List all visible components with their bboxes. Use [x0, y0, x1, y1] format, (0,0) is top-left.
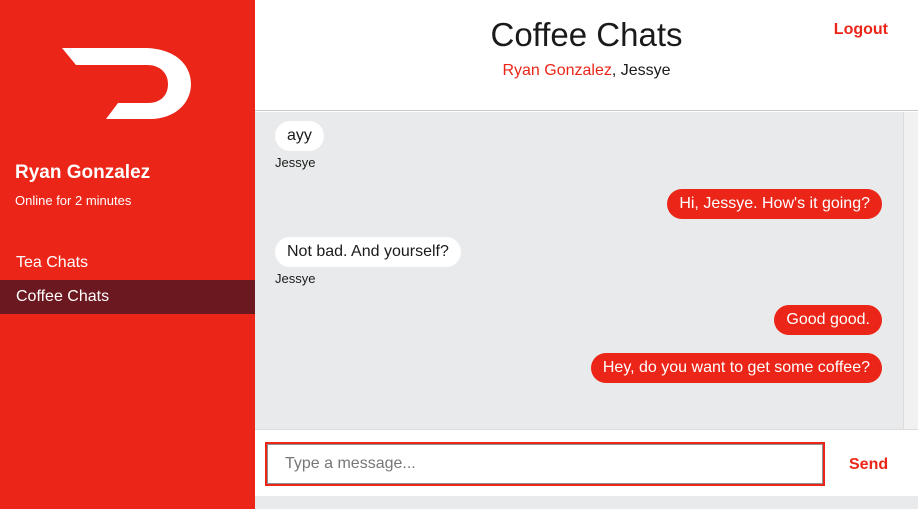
room-list: Tea Chats Coffee Chats [0, 246, 255, 314]
scrollbar[interactable] [903, 112, 918, 429]
sidebar-item-tea-chats[interactable]: Tea Chats [0, 246, 255, 280]
page-title: Coffee Chats [490, 16, 683, 53]
sidebar-item-coffee-chats[interactable]: Coffee Chats [0, 280, 255, 314]
participant-list: Ryan Gonzalez, Jessye [255, 62, 918, 80]
message-bubble-incoming: ayy [275, 121, 324, 151]
sidebar: Ryan Gonzalez Online for 2 minutes Tea C… [0, 0, 255, 509]
user-name: Ryan Gonzalez [15, 162, 151, 183]
message-bubble-incoming: Not bad. And yourself? [275, 237, 461, 267]
message-bubble-outgoing: Hey, do you want to get some coffee? [590, 353, 882, 383]
chat-panel: Coffee Chats Ryan Gonzalez, Jessye Logou… [255, 0, 918, 509]
message-list[interactable]: ayy Jessye Hi, Jessye. How's it going? N… [255, 112, 918, 429]
message-bubble-outgoing: Hi, Jessye. How's it going? [667, 189, 882, 219]
doordash-logo-icon [62, 48, 191, 119]
message-input-wrapper [265, 442, 825, 486]
footer-strip [255, 496, 918, 509]
chat-header: Coffee Chats Ryan Gonzalez, Jessye Logou… [255, 0, 918, 111]
message-input[interactable] [267, 444, 823, 484]
participant-separator: , [611, 62, 621, 79]
message-bubble-outgoing: Good good. [774, 305, 882, 335]
message-sender: Jessye [275, 155, 316, 170]
participant-other: Jessye [620, 62, 671, 79]
send-button[interactable]: Send [849, 456, 888, 474]
participant-current-user: Ryan Gonzalez [502, 62, 612, 79]
message-sender: Jessye [275, 271, 316, 286]
user-status: Online for 2 minutes [15, 193, 132, 208]
message-composer: Send [255, 429, 918, 496]
logout-button[interactable]: Logout [834, 21, 888, 39]
